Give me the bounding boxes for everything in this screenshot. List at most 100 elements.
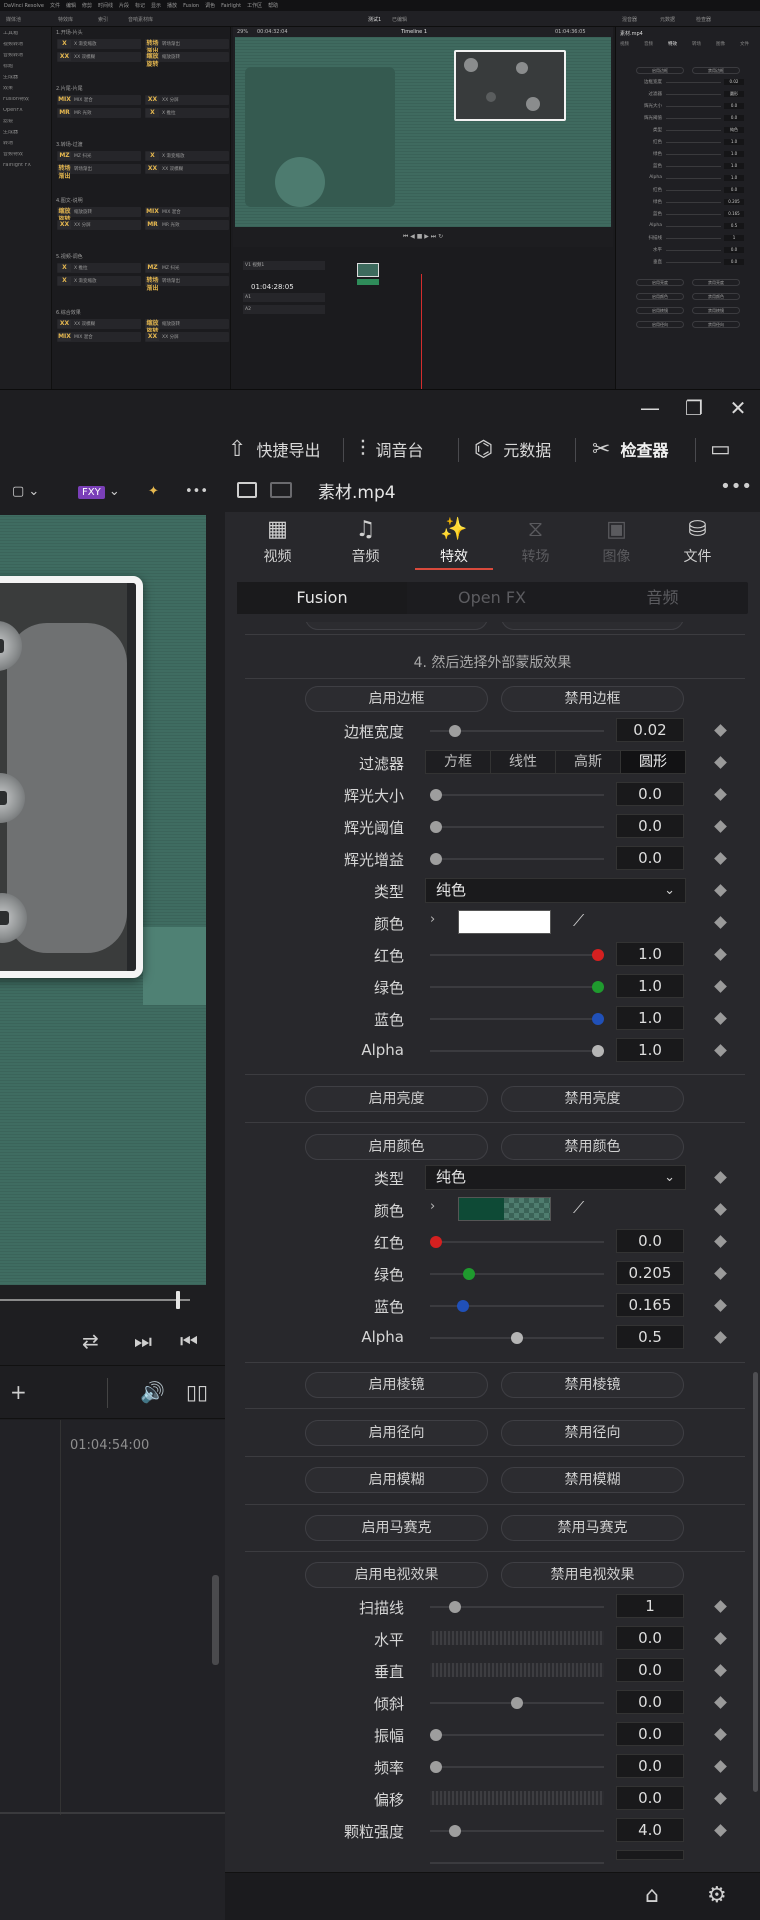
slider-knob[interactable] xyxy=(456,1300,469,1312)
border-type-dropdown[interactable]: 纯色 ⌄ xyxy=(425,878,686,903)
enable-tv-button[interactable]: 启用电视效果 xyxy=(305,1562,488,1588)
slider-knob[interactable] xyxy=(430,821,442,833)
value-field[interactable]: 0.0 xyxy=(616,1786,684,1810)
slider-track[interactable] xyxy=(430,1862,604,1864)
chevron-right-icon[interactable]: › xyxy=(430,1199,435,1214)
slider-knob[interactable] xyxy=(430,1729,442,1741)
next-frame-icon[interactable]: ⏭ xyxy=(134,1329,152,1353)
compare-icon[interactable] xyxy=(270,482,292,498)
color-type-dropdown[interactable]: 纯色 ⌄ xyxy=(425,1165,686,1190)
image-icon[interactable] xyxy=(237,482,257,498)
slider-knob[interactable] xyxy=(430,789,442,801)
filter-option-box[interactable]: 方框 xyxy=(426,751,491,773)
slider-knob[interactable] xyxy=(592,949,604,961)
add-icon[interactable]: + xyxy=(10,1380,27,1404)
slider-track[interactable] xyxy=(430,1050,604,1052)
keyframe-icon[interactable] xyxy=(714,1664,727,1677)
keyframe-icon[interactable] xyxy=(714,1044,727,1057)
viewer-more-button[interactable]: ••• xyxy=(185,481,208,503)
keyframe-icon[interactable] xyxy=(714,980,727,993)
loop-icon[interactable]: ⇄ xyxy=(82,1329,99,1353)
minimize-button[interactable]: — xyxy=(628,390,672,426)
disable-color-button[interactable]: 禁用颜色 xyxy=(501,1134,684,1160)
viewer-canvas[interactable] xyxy=(0,515,206,1285)
tab-image[interactable]: ▣ 图像 xyxy=(579,512,654,576)
enable-brightness-button[interactable]: 启用亮度 xyxy=(305,1086,488,1112)
subtab-fusion[interactable]: Fusion xyxy=(237,582,407,614)
value-field[interactable]: 4.0 xyxy=(616,1818,684,1842)
enable-blur-button[interactable]: 启用模糊 xyxy=(305,1467,488,1493)
viewer-layout-button[interactable]: ▢ ⌄ xyxy=(12,481,39,503)
value-field[interactable]: 0.205 xyxy=(616,1261,684,1285)
filter-option-gaussian[interactable]: 高斯 xyxy=(556,751,621,773)
keyframe-icon[interactable] xyxy=(714,1824,727,1837)
keyframe-icon[interactable] xyxy=(714,1299,727,1312)
slider-track[interactable] xyxy=(430,954,604,956)
panel-toggle-button[interactable]: ▭ xyxy=(710,426,731,472)
slider-track[interactable] xyxy=(430,1766,604,1768)
keyframe-icon[interactable] xyxy=(714,1235,727,1248)
jog-wheel[interactable] xyxy=(430,1631,604,1645)
metadata-button[interactable]: ⌬ 元数据 xyxy=(474,426,551,472)
keyframe-icon[interactable] xyxy=(714,1331,727,1344)
slider-track[interactable] xyxy=(430,794,604,796)
keyframe-icon[interactable] xyxy=(714,1012,727,1025)
clipped-button[interactable] xyxy=(305,622,488,630)
scrub-track[interactable] xyxy=(0,1299,190,1301)
scrub-handle[interactable] xyxy=(176,1291,180,1309)
value-field[interactable]: 0.0 xyxy=(616,1722,684,1746)
value-field[interactable]: 0.0 xyxy=(616,1690,684,1714)
keyframe-icon[interactable] xyxy=(714,852,727,865)
enable-radial-button[interactable]: 启用径向 xyxy=(305,1420,488,1446)
keyframe-icon[interactable] xyxy=(714,1792,727,1805)
value-field[interactable]: 0.02 xyxy=(616,718,684,742)
inspector-button[interactable]: ✂ 检查器 xyxy=(592,426,668,472)
value-field[interactable]: 1 xyxy=(616,1594,684,1618)
tab-video[interactable]: ▦ 视频 xyxy=(240,512,315,576)
value-field[interactable]: 0.0 xyxy=(616,846,684,870)
maximize-button[interactable]: ❐ xyxy=(672,390,716,426)
slider-knob[interactable] xyxy=(449,1601,462,1613)
speaker-icon[interactable]: 🔊 xyxy=(140,1380,165,1404)
slider-track[interactable] xyxy=(430,1734,604,1736)
disable-prism-button[interactable]: 禁用棱镜 xyxy=(501,1372,684,1398)
value-field[interactable]: 0.0 xyxy=(616,814,684,838)
inspector-scrollbar[interactable] xyxy=(753,1372,758,1792)
keyframe-icon[interactable] xyxy=(714,788,727,801)
jog-wheel[interactable] xyxy=(430,1791,604,1805)
enable-prism-button[interactable]: 启用棱镜 xyxy=(305,1372,488,1398)
disable-tv-button[interactable]: 禁用电视效果 xyxy=(501,1562,684,1588)
home-icon[interactable]: ⌂ xyxy=(645,1883,659,1908)
slider-knob[interactable] xyxy=(511,1332,523,1344)
subtab-openfx[interactable]: Open FX xyxy=(407,582,577,614)
slider-knob[interactable] xyxy=(430,1761,442,1773)
keyframe-icon[interactable] xyxy=(714,1632,727,1645)
close-button[interactable]: ✕ xyxy=(716,390,760,426)
keyframe-icon[interactable] xyxy=(714,724,727,737)
eyedropper-icon[interactable]: ⟋ xyxy=(573,1198,584,1218)
subtab-audio[interactable]: 音频 xyxy=(577,582,748,614)
color-wand-button[interactable]: ✦ xyxy=(148,481,159,503)
disable-brightness-button[interactable]: 禁用亮度 xyxy=(501,1086,684,1112)
jog-wheel[interactable] xyxy=(430,1663,604,1677)
clipped-button[interactable] xyxy=(501,622,684,630)
mixer-button[interactable]: ⫶ 调音台 xyxy=(360,426,424,472)
timeline-scrollbar[interactable] xyxy=(212,1575,219,1665)
value-field[interactable]: 0.0 xyxy=(616,1658,684,1682)
keyframe-icon[interactable] xyxy=(714,1696,727,1709)
keyframe-icon[interactable] xyxy=(714,884,727,897)
tab-transition[interactable]: ⧖ 转场 xyxy=(498,512,573,576)
disable-mosaic-button[interactable]: 禁用马赛克 xyxy=(501,1515,684,1541)
keyframe-icon[interactable] xyxy=(714,1171,727,1184)
slider-knob[interactable] xyxy=(463,1268,476,1280)
inspector-more-button[interactable]: ••• xyxy=(720,476,752,497)
slider-track[interactable] xyxy=(430,858,604,860)
slider-track[interactable] xyxy=(430,1273,604,1275)
slider-track[interactable] xyxy=(430,826,604,828)
settings-icon[interactable]: ⚙ xyxy=(707,1883,727,1908)
value-field[interactable]: 0.0 xyxy=(616,1754,684,1778)
quick-export-button[interactable]: ⇧ 快捷导出 xyxy=(228,426,320,472)
timeline-area[interactable]: 01:04:54:00 xyxy=(0,1420,225,1920)
slider-track[interactable] xyxy=(430,1018,604,1020)
slider-knob[interactable] xyxy=(430,1236,442,1248)
